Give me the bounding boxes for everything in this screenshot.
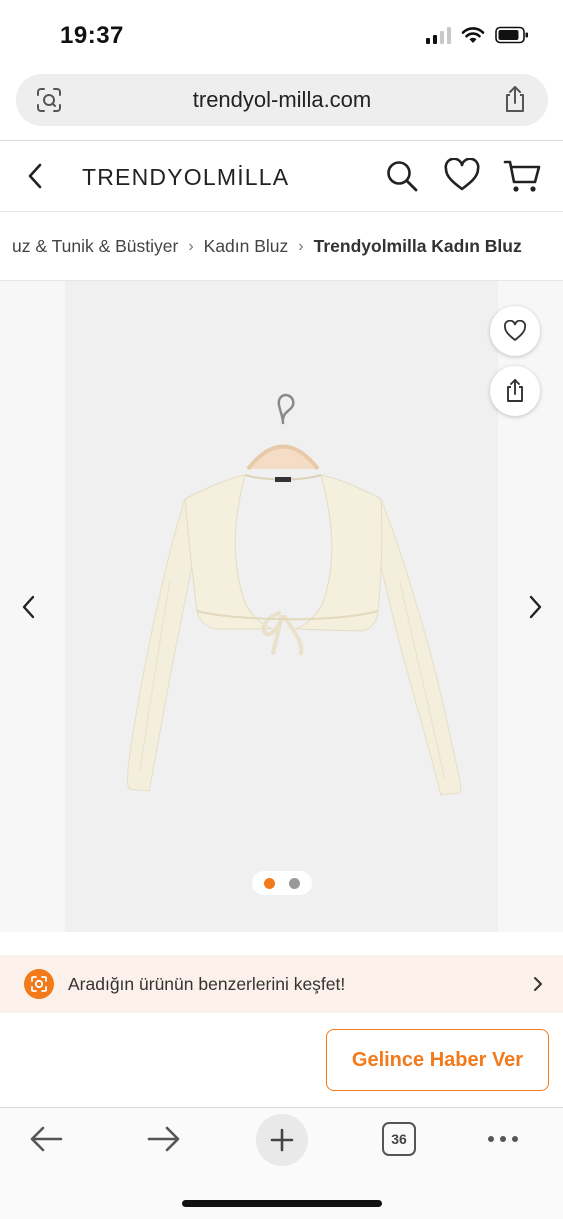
cardigan-photo bbox=[127, 393, 462, 796]
heart-icon bbox=[503, 320, 527, 341]
battery-icon bbox=[495, 26, 528, 44]
breadcrumb-item[interactable]: Kadın Bluz bbox=[204, 236, 289, 257]
breadcrumb-separator-icon: › bbox=[298, 237, 304, 255]
similar-products-banner[interactable]: Aradığın ürünün benzerlerini keşfet! bbox=[0, 955, 563, 1013]
breadcrumb-item[interactable]: uz & Tunik & Büstiyer bbox=[12, 236, 178, 257]
site-header: TRENDYOLMİLLA bbox=[0, 141, 563, 211]
more-icon[interactable] bbox=[488, 1136, 518, 1142]
back-arrow-icon[interactable] bbox=[28, 1124, 64, 1159]
browser-toolbar: 36 bbox=[0, 1108, 563, 1219]
breadcrumb-current: Trendyolmilla Kadın Bluz bbox=[313, 236, 522, 256]
status-bar: 19:37 bbox=[0, 0, 563, 70]
search-icon[interactable] bbox=[385, 159, 419, 198]
chevron-right-icon[interactable] bbox=[524, 593, 546, 626]
carousel-dots bbox=[252, 871, 312, 895]
back-chevron-icon[interactable] bbox=[22, 161, 48, 196]
url-text[interactable]: trendyol-milla.com bbox=[16, 87, 548, 113]
tabs-button[interactable]: 36 bbox=[382, 1122, 416, 1156]
share-icon[interactable] bbox=[502, 84, 528, 119]
new-tab-button[interactable] bbox=[256, 1114, 308, 1166]
breadcrumb: uz & Tunik & Büstiyer › Kadın Bluz › Tre… bbox=[0, 212, 563, 280]
forward-arrow-icon[interactable] bbox=[146, 1124, 182, 1159]
chevron-left-icon[interactable] bbox=[18, 593, 40, 626]
share-button[interactable] bbox=[490, 366, 540, 416]
chevron-right-icon bbox=[532, 976, 544, 997]
breadcrumb-separator-icon: › bbox=[188, 237, 194, 255]
product-image[interactable] bbox=[65, 281, 498, 932]
carousel-dot[interactable] bbox=[289, 877, 300, 889]
heart-icon[interactable] bbox=[443, 157, 481, 197]
status-icons bbox=[426, 26, 529, 44]
share-icon bbox=[507, 379, 523, 402]
similar-banner-text: Aradığın ürünün benzerlerini keşfet! bbox=[68, 974, 346, 994]
favorite-button[interactable] bbox=[490, 306, 540, 356]
wifi-icon bbox=[461, 27, 485, 43]
address-bar[interactable]: trendyol-milla.com bbox=[16, 74, 548, 126]
cellular-signal-icon bbox=[426, 26, 451, 44]
notify-when-available-button[interactable]: Gelince Haber Ver bbox=[326, 1029, 549, 1091]
brand-logo[interactable]: TRENDYOLMİLLA bbox=[82, 164, 289, 191]
plus-icon bbox=[270, 1128, 294, 1152]
carousel-dot-active[interactable] bbox=[264, 877, 275, 889]
home-indicator bbox=[182, 1200, 382, 1207]
similar-search-icon bbox=[24, 969, 54, 999]
status-time: 19:37 bbox=[60, 22, 124, 49]
product-gallery bbox=[0, 281, 563, 932]
cart-icon[interactable] bbox=[503, 158, 543, 199]
